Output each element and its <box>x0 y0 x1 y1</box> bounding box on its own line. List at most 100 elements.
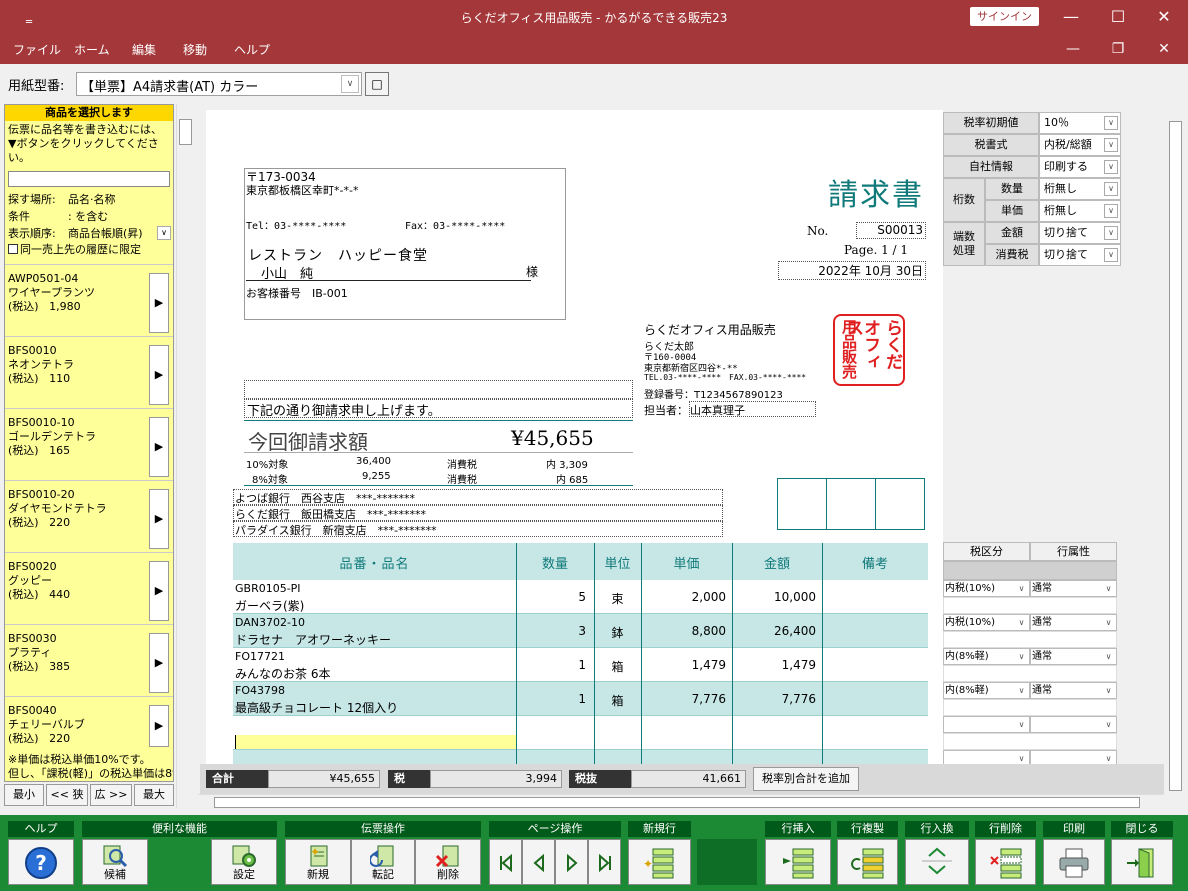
maximize-icon[interactable]: ☐ <box>1107 6 1129 28</box>
insert-arrow-button[interactable]: ▶ <box>149 489 169 549</box>
chevron-down-icon[interactable]: ∨ <box>1104 182 1118 196</box>
filter-condition[interactable]: 条件 : を含む <box>5 208 173 225</box>
tax-rate-select[interactable]: 10％ ∨ <box>1039 112 1121 134</box>
price-digits-select[interactable]: 桁無し ∨ <box>1039 200 1121 222</box>
amount-rounding-select[interactable]: 切り捨て ∨ <box>1039 222 1121 244</box>
row-amount[interactable]: 1,479 <box>732 658 816 672</box>
staff-name[interactable]: 山本真理子 <box>689 401 816 417</box>
row-tax-select[interactable]: 内(8%軽) ∨ <box>943 648 1030 665</box>
transfer-slip-button[interactable]: 転記 <box>351 839 415 885</box>
width-wide-button[interactable]: 広 >> <box>90 784 132 806</box>
table-row[interactable]: FO17721 みんなのお茶 6本 1 箱 1,479 1,479 <box>233 648 928 682</box>
insert-row-button[interactable] <box>765 839 831 885</box>
chevron-down-icon[interactable]: ∨ <box>157 226 171 240</box>
chevron-down-icon[interactable]: ∨ <box>1104 226 1118 240</box>
row-unit[interactable]: 鉢 <box>594 624 641 641</box>
product-list-item[interactable]: BFS0010-10 ゴールデンテトラ (税込) 165 ▶ <box>5 408 173 480</box>
product-list-item[interactable]: BFS0010 ネオンテトラ (税込) 110 ▶ <box>5 336 173 408</box>
row-name[interactable]: 最高級チョコレート 12個入り <box>235 699 398 716</box>
row-amount[interactable]: 10,000 <box>732 590 816 604</box>
chevron-down-icon[interactable]: ∨ <box>1015 582 1028 595</box>
row-tax-select[interactable]: 内(8%軽) ∨ <box>943 682 1030 699</box>
chevron-down-icon[interactable]: ∨ <box>1015 718 1028 731</box>
last-page-button[interactable] <box>588 839 621 885</box>
product-list-item[interactable]: BFS0020 グッピー (税込) 440 ▶ <box>5 552 173 624</box>
row-qty[interactable]: 5 <box>516 590 586 604</box>
width-min-button[interactable]: 最小 <box>4 784 44 806</box>
chevron-down-icon[interactable]: ∨ <box>1102 684 1115 697</box>
table-row[interactable]: GBR0105-PI ガーベラ(紫) 5 束 2,000 10,000 <box>233 580 928 614</box>
table-row[interactable]: FO43798 最高級チョコレート 12個入り 1 箱 7,776 7,776 <box>233 682 928 716</box>
document-horizontal-scrollbar[interactable] <box>198 794 1164 810</box>
close-form-button[interactable] <box>1111 839 1173 885</box>
row-attr-select[interactable]: ∨ <box>1030 716 1117 733</box>
scrollbar-thumb[interactable] <box>1169 121 1182 791</box>
width-narrow-button[interactable]: << 狭 <box>46 784 88 806</box>
delete-slip-button[interactable]: 削除 <box>415 839 481 885</box>
scrollbar-thumb[interactable] <box>214 797 1140 808</box>
minimize-icon[interactable]: — <box>1060 6 1082 28</box>
signin-button[interactable]: サインイン <box>970 7 1039 26</box>
menu-home[interactable]: ホーム <box>74 41 110 58</box>
bank-account[interactable]: らくだ銀行 飯田橋支店 ***-******* <box>233 505 723 521</box>
insert-arrow-button[interactable]: ▶ <box>149 705 169 747</box>
row-code[interactable]: GBR0105-PI <box>235 582 301 595</box>
width-max-button[interactable]: 最大 <box>134 784 174 806</box>
doc-restore-icon[interactable]: ❐ <box>1107 38 1129 60</box>
table-row[interactable]: DAN3702-10 ドラセナ アオワーネッキー 3 鉢 8,800 26,400 <box>233 614 928 648</box>
doc-close-icon[interactable]: ✕ <box>1153 38 1175 60</box>
customer-fax[interactable]: Fax：03-****-**** <box>405 217 505 232</box>
add-tax-total-button[interactable]: 税率別合計を追加 <box>753 767 859 791</box>
row-amount[interactable]: 26,400 <box>732 624 816 638</box>
row-attr-select[interactable]: 通常 ∨ <box>1030 648 1117 665</box>
delete-row-button[interactable] <box>975 839 1036 885</box>
customer-number[interactable]: お客様番号 IB-001 <box>246 285 348 301</box>
row-tax-select[interactable]: ∨ <box>943 716 1030 733</box>
insert-arrow-button[interactable]: ▶ <box>149 273 169 333</box>
row-tax-select[interactable]: 内税(10%) ∨ <box>943 614 1030 631</box>
invoice-date[interactable]: 2022年 10月 30日 <box>778 261 926 280</box>
row-qty[interactable]: 1 <box>516 658 586 672</box>
row-unit[interactable]: 箱 <box>594 658 641 675</box>
row-unit[interactable]: 束 <box>594 590 641 607</box>
setting-button[interactable]: 設定 <box>211 839 277 885</box>
chevron-down-icon[interactable]: ∨ <box>1102 582 1115 595</box>
close-icon[interactable]: ✕ <box>1153 6 1175 28</box>
menu-edit[interactable]: 編集 <box>132 41 156 58</box>
candidate-button[interactable]: 候補 <box>82 839 148 885</box>
filter-sort-order[interactable]: 表示順序: 商品台帳順(昇) ∨ <box>5 225 173 242</box>
customer-name[interactable]: レストラン ハッピー食堂 <box>248 245 428 265</box>
paper-type-select[interactable]: 【単票】A4請求書(AT) カラー ∨ <box>76 72 362 96</box>
chevron-down-icon[interactable]: ∨ <box>1104 248 1118 262</box>
print-button[interactable] <box>1043 839 1105 885</box>
swap-row-button[interactable] <box>905 839 969 885</box>
row-code[interactable]: FO17721 <box>235 650 285 663</box>
chevron-down-icon[interactable]: ∨ <box>1102 616 1115 629</box>
invoice-no[interactable]: S00013 <box>856 222 926 239</box>
insert-arrow-button[interactable]: ▶ <box>149 345 169 405</box>
chevron-down-icon[interactable]: ∨ <box>1104 160 1118 174</box>
menu-move[interactable]: 移動 <box>183 41 207 58</box>
bank-account[interactable]: よつば銀行 西谷支店 ***-******* <box>233 489 723 505</box>
row-price[interactable]: 2,000 <box>641 590 726 604</box>
product-panel-scrollbar[interactable] <box>176 104 193 808</box>
row-name[interactable]: ガーベラ(紫) <box>235 597 304 614</box>
row-qty[interactable]: 1 <box>516 692 586 706</box>
insert-arrow-button[interactable]: ▶ <box>149 561 169 621</box>
prev-page-button[interactable] <box>522 839 555 885</box>
chevron-down-icon[interactable]: ∨ <box>1104 204 1118 218</box>
menu-help[interactable]: ヘルプ <box>234 41 270 58</box>
checkbox-icon[interactable] <box>8 244 18 254</box>
document-vertical-scrollbar[interactable] <box>1167 104 1184 810</box>
chevron-down-icon[interactable]: ∨ <box>1015 616 1028 629</box>
product-list-item[interactable]: BFS0030 プラティ (税込) 385 ▶ <box>5 624 173 696</box>
bank-account[interactable]: パラダイス銀行 新宿支店 ***-******* <box>233 521 723 537</box>
product-search-input[interactable] <box>8 171 170 187</box>
scrollbar-thumb[interactable] <box>179 119 192 145</box>
chevron-down-icon[interactable]: ∨ <box>1102 718 1115 731</box>
customer-address[interactable]: 東京都板橋区幸町*-*-* <box>246 182 358 198</box>
row-code[interactable]: DAN3702-10 <box>235 616 305 629</box>
row-price[interactable]: 1,479 <box>641 658 726 672</box>
product-list-item[interactable]: AWP0501-04 ワイヤープランツ (税込) 1,980 ▶ <box>5 264 173 336</box>
row-code[interactable]: FO43798 <box>235 684 285 697</box>
